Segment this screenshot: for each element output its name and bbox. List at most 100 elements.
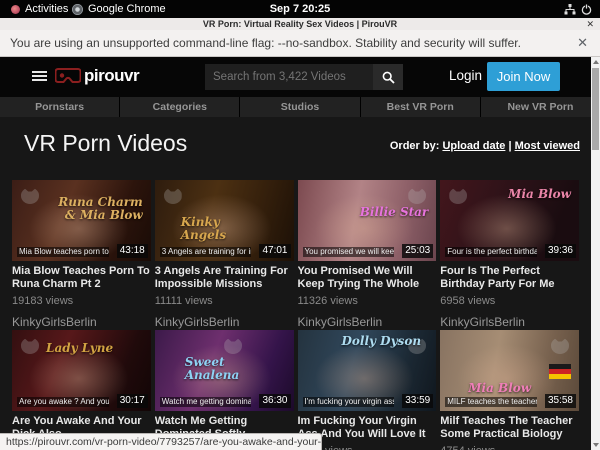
- desktop-top-bar: Activities Google Chrome Sep 7 20:25: [0, 0, 600, 18]
- video-thumbnail[interactable]: Kinky Angels 3 Angels are training for i…: [155, 180, 294, 261]
- window-close-icon[interactable]: ✕: [586, 18, 594, 30]
- video-card[interactable]: Dolly Dyson I'm fucking your virgin ass …: [298, 330, 437, 450]
- duration-badge: 30:17: [117, 394, 148, 408]
- thumbnail-overlay-title: Kinky Angels: [181, 216, 267, 241]
- video-title-link[interactable]: Four Is The Perfect Birthday Party For M…: [440, 265, 579, 292]
- scrollbar-up-arrow-icon[interactable]: [591, 57, 600, 67]
- video-studio-link[interactable]: KinkyGirlsBerlin: [12, 315, 151, 329]
- thumbnail-overlay-title: Runa Charm & Mia Blow: [57, 196, 143, 221]
- duration-badge: 47:01: [259, 244, 290, 258]
- chrome-warning-infobar: You are using an unsupported command-lin…: [0, 30, 600, 57]
- video-studio-link[interactable]: KinkyGirlsBerlin: [155, 315, 294, 329]
- studio-cat-watermark-icon: [551, 338, 569, 354]
- search-box[interactable]: [205, 64, 373, 90]
- main-nav: Pornstars Categories Studios Best VR Por…: [0, 97, 600, 117]
- login-link[interactable]: Login: [449, 68, 482, 83]
- status-url-bubble: https://pirouvr.com/vr-porn-video/779325…: [0, 433, 322, 450]
- warning-text: You are using an unsupported command-lin…: [10, 36, 521, 50]
- duration-badge: 33:59: [402, 394, 433, 408]
- search-input[interactable]: [205, 64, 373, 90]
- thumbnail-overlay-title: Billie Star: [360, 206, 429, 219]
- order-by-separator: |: [505, 140, 514, 152]
- duration-badge: 43:18: [117, 244, 148, 258]
- network-icon: [564, 4, 576, 15]
- system-tray[interactable]: [564, 0, 592, 18]
- video-studio-link[interactable]: KinkyGirlsBerlin: [298, 315, 437, 329]
- video-thumbnail[interactable]: Lady Lyne Are you awake ? And your dick …: [12, 330, 151, 411]
- thumbnail-caption: Are you awake ? And your dick also ?: [17, 397, 109, 407]
- power-icon: [581, 4, 592, 15]
- scrollbar-down-arrow-icon[interactable]: [591, 440, 600, 450]
- video-card[interactable]: Billie Star You promised we will keep tr…: [298, 180, 437, 330]
- duration-badge: 35:58: [545, 394, 576, 408]
- video-card[interactable]: Sweet Analena Watch me getting dominated…: [155, 330, 294, 450]
- search-icon: [382, 71, 395, 84]
- duration-badge: 39:36: [545, 244, 576, 258]
- video-card[interactable]: Lady Lyne Are you awake ? And your dick …: [12, 330, 151, 450]
- video-thumbnail[interactable]: Mia Blow MILF teaches the teacher some p…: [440, 330, 579, 411]
- thumbnail-caption: Watch me getting dominated softly: [160, 397, 252, 407]
- order-by: Order by: Upload date | Most viewed: [390, 140, 580, 152]
- vr-goggles-icon: [55, 68, 81, 84]
- nav-item-pornstars[interactable]: Pornstars: [0, 97, 119, 117]
- video-views: 11326 views: [298, 295, 437, 307]
- thumbnail-caption: Mia Blow teaches porn to Runa Charm pt. …: [17, 247, 109, 257]
- studio-cat-watermark-icon: [224, 338, 242, 354]
- video-card[interactable]: Mia Blow MILF teaches the teacher some p…: [440, 330, 579, 450]
- studio-cat-watermark-icon: [408, 188, 426, 204]
- video-card[interactable]: Kinky Angels 3 Angels are training for i…: [155, 180, 294, 330]
- video-title-link[interactable]: 3 Angels Are Training For Impossible Mis…: [155, 265, 294, 292]
- video-thumbnail[interactable]: Dolly Dyson I'm fucking your virgin ass …: [298, 330, 437, 411]
- order-by-most-viewed-link[interactable]: Most viewed: [515, 140, 580, 152]
- video-title-link[interactable]: Mia Blow Teaches Porn To Runa Charm Pt 2: [12, 265, 151, 292]
- join-now-button[interactable]: Join Now: [487, 62, 560, 91]
- thumbnail-overlay-title: Mia Blow: [468, 382, 531, 395]
- video-title-link[interactable]: You Promised We Will Keep Trying The Who…: [298, 265, 437, 292]
- logo-text: pirouvr: [84, 66, 139, 86]
- video-thumbnail[interactable]: Sweet Analena Watch me getting dominated…: [155, 330, 294, 411]
- nav-item-categories[interactable]: Categories: [120, 97, 239, 117]
- search-button[interactable]: [373, 64, 403, 90]
- order-by-label: Order by:: [390, 140, 440, 152]
- clock[interactable]: Sep 7 20:25: [0, 0, 600, 18]
- web-page: pirouvr Login Join Now Pornstars Categor…: [0, 57, 600, 450]
- video-views: 6958 views: [440, 295, 579, 307]
- video-card[interactable]: Mia Blow Four is the perfect birthday pa…: [440, 180, 579, 330]
- thumbnail-overlay-title: Dolly Dyson: [342, 335, 422, 348]
- site-logo[interactable]: pirouvr: [55, 66, 139, 86]
- thumbnail-overlay-title: Lady Lyne: [46, 342, 113, 355]
- thumbnail-caption: Four is the perfect birthday party for m…: [445, 247, 537, 257]
- thumbnail-caption: MILF teaches the teacher some practical …: [445, 397, 537, 407]
- scrollbar-thumb[interactable]: [592, 68, 599, 150]
- hamburger-menu-icon[interactable]: [32, 71, 47, 82]
- warning-close-icon[interactable]: ✕: [577, 35, 588, 51]
- video-title-link[interactable]: Milf Teaches The Teacher Some Practical …: [440, 415, 579, 442]
- window-titlebar[interactable]: VR Porn: Virtual Reality Sex Videos | Pi…: [0, 18, 600, 30]
- studio-cat-watermark-icon: [449, 188, 467, 204]
- site-header: pirouvr Login Join Now: [0, 57, 600, 97]
- nav-item-studios[interactable]: Studios: [240, 97, 359, 117]
- video-thumbnail[interactable]: Mia Blow Four is the perfect birthday pa…: [440, 180, 579, 261]
- nav-item-best-vr-porn[interactable]: Best VR Porn: [361, 97, 480, 117]
- thumbnail-caption: I'm fucking your virgin ass and you will…: [303, 397, 395, 407]
- thumbnail-caption: You promised we will keep trying the who…: [303, 247, 395, 257]
- video-thumbnail[interactable]: Runa Charm & Mia Blow Mia Blow teaches p…: [12, 180, 151, 261]
- duration-badge: 25:03: [402, 244, 433, 258]
- duration-badge: 36:30: [259, 394, 290, 408]
- video-views: 19183 views: [12, 295, 151, 307]
- video-views: 4754 views: [440, 445, 579, 450]
- studio-cat-watermark-icon: [164, 188, 182, 204]
- thumbnail-overlay-title: Sweet Analena: [185, 356, 271, 381]
- video-card[interactable]: Runa Charm & Mia Blow Mia Blow teaches p…: [12, 180, 151, 330]
- page-title: VR Porn Videos: [24, 130, 187, 157]
- scrollbar[interactable]: [591, 57, 600, 450]
- video-studio-link[interactable]: KinkyGirlsBerlin: [440, 315, 579, 329]
- studio-cat-watermark-icon: [21, 188, 39, 204]
- video-views: 11111 views: [155, 295, 294, 307]
- window-title: VR Porn: Virtual Reality Sex Videos | Pi…: [203, 19, 397, 29]
- order-by-upload-date-link[interactable]: Upload date: [442, 140, 505, 152]
- thumbnail-caption: 3 Angels are training for impossible mis…: [160, 247, 252, 257]
- thumbnail-overlay-title: Mia Blow: [508, 188, 571, 201]
- video-thumbnail[interactable]: Billie Star You promised we will keep tr…: [298, 180, 437, 261]
- nav-item-new-vr-porn[interactable]: New VR Porn: [481, 97, 600, 117]
